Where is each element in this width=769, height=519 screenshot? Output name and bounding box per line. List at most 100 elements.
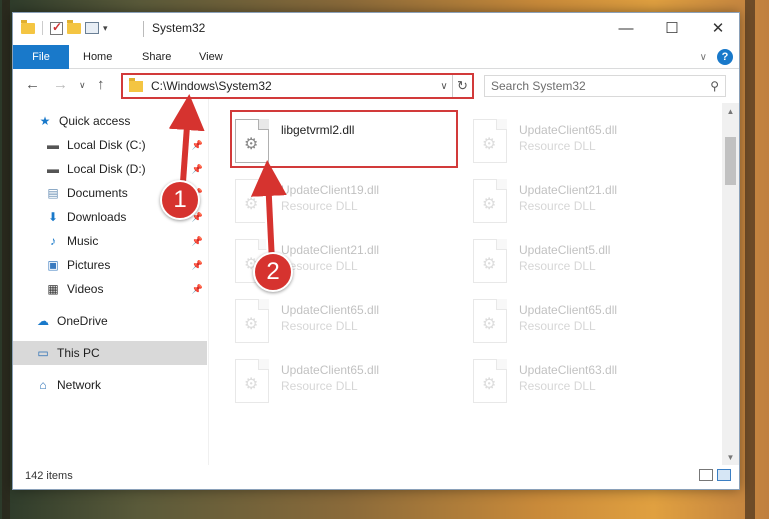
maximize-button[interactable]: ☐ [649, 13, 695, 43]
dll-file-icon: ⚙ [235, 179, 269, 223]
sidebar-item-label: Documents [67, 186, 128, 200]
computer-icon: ▭ [37, 346, 49, 360]
file-name: UpdateClient65.dll [519, 123, 618, 137]
folder-icon [129, 77, 143, 92]
file-type: Resource DLL [519, 199, 596, 213]
navigation-bar: ← → ∨ ↑ C:\Windows\System32 ∨ ↻ Search S… [13, 73, 739, 99]
dll-file-icon: ⚙ [473, 359, 507, 403]
address-bar[interactable]: C:\Windows\System32 ∨ ↻ [121, 73, 474, 99]
file-item[interactable]: ⚙ UpdateClient63.dll Resource DLL [447, 353, 677, 409]
sidebar-item-label: Pictures [67, 258, 111, 272]
file-name: UpdateClient5.dll [519, 243, 611, 257]
tab-file[interactable]: File [13, 45, 69, 69]
large-icons-view-icon[interactable] [717, 469, 731, 481]
ribbon-tabs: File Home Share View ∨ ? [13, 45, 739, 69]
address-dropdown-icon[interactable]: ∨ [436, 81, 452, 92]
sidebar-item-label: Music [67, 234, 99, 248]
file-name: UpdateClient65.dll [281, 303, 380, 317]
search-placeholder: Search System32 [491, 79, 586, 93]
file-item[interactable]: ⚙ UpdateClient21.dll Resource DLL [209, 233, 439, 289]
title-divider [143, 21, 144, 37]
sidebar-item-label: Videos [67, 282, 104, 296]
file-item[interactable]: ⚙ UpdateClient65.dll Resource DLL [447, 113, 677, 169]
sidebar-item-label: Downloads [67, 210, 127, 224]
pin-icon: 📌 [191, 259, 203, 270]
expand-ribbon-icon[interactable]: ∨ [700, 52, 707, 63]
sidebar-item-videos[interactable]: ▦ Videos 📌 [13, 277, 207, 301]
file-item[interactable]: ⚙ UpdateClient19.dll Resource DLL [209, 173, 439, 229]
folder-icon [21, 19, 35, 34]
minimize-button[interactable]: — [603, 13, 649, 43]
tab-view[interactable]: View [199, 45, 223, 69]
scroll-thumb[interactable] [725, 137, 736, 185]
file-type: Resource DLL [281, 379, 358, 393]
dll-file-icon: ⚙ [473, 119, 507, 163]
file-name: UpdateClient65.dll [281, 363, 380, 377]
search-icon[interactable]: ⚲ [710, 79, 719, 93]
network-icon: ⌂ [39, 378, 47, 392]
sidebar-item-music[interactable]: ♪ Music 📌 [13, 229, 207, 253]
videos-icon: ▦ [47, 282, 59, 296]
sidebar-item-pictures[interactable]: ▣ Pictures 📌 [13, 253, 207, 277]
file-item[interactable]: ⚙ UpdateClient21.dll Resource DLL [447, 173, 677, 229]
scroll-up-icon[interactable]: ▲ [722, 103, 739, 119]
sidebar-item-label: This PC [57, 346, 100, 360]
navigation-pane: ★ Quick access ▬ Local Disk (C:) 📌 ▬ Loc… [13, 109, 207, 465]
file-item[interactable]: ⚙ UpdateClient65.dll Resource DLL [209, 293, 439, 349]
file-name: UpdateClient21.dll [519, 183, 618, 197]
file-type: Resource DLL [519, 139, 596, 153]
forward-button[interactable]: → [53, 76, 68, 93]
sidebar-item-label: OneDrive [57, 314, 108, 328]
properties-icon[interactable] [85, 22, 99, 34]
file-item[interactable]: ⚙ UpdateClient65.dll Resource DLL [209, 353, 439, 409]
music-icon: ♪ [50, 234, 56, 248]
dll-file-icon: ⚙ [473, 179, 507, 223]
back-button[interactable]: ← [25, 76, 40, 93]
sidebar-item-network[interactable]: ⌂ Network [13, 373, 207, 397]
close-button[interactable]: ✕ [695, 13, 741, 43]
file-name: UpdateClient19.dll [281, 183, 380, 197]
tab-share[interactable]: Share [142, 45, 171, 69]
file-item[interactable]: ⚙ UpdateClient5.dll Resource DLL [447, 233, 677, 289]
sidebar-item-label: Network [57, 378, 102, 392]
file-item[interactable]: ⚙ UpdateClient65.dll Resource DLL [447, 293, 677, 349]
pin-icon: 📌 [191, 163, 203, 174]
pin-icon: 📌 [191, 283, 203, 294]
details-view-icon[interactable] [699, 469, 713, 481]
title-bar: ▾ System32 — ☐ ✕ [13, 13, 739, 45]
refresh-icon[interactable]: ↻ [452, 75, 472, 97]
search-input[interactable]: Search System32 ⚲ [484, 75, 726, 97]
file-type: Resource DLL [281, 199, 358, 213]
address-path[interactable]: C:\Windows\System32 [151, 79, 436, 93]
sidebar-item-local-disk-d[interactable]: ▬ Local Disk (D:) 📌 [13, 157, 207, 181]
file-highlight-box [230, 110, 458, 168]
customize-toolbar-icon[interactable]: ▾ [103, 23, 108, 34]
sidebar-item-onedrive[interactable]: ☁ OneDrive [13, 309, 207, 333]
recent-locations-icon[interactable]: ∨ [79, 80, 86, 91]
sidebar-item-label: Local Disk (D:) [67, 162, 146, 176]
tab-home[interactable]: Home [83, 45, 112, 69]
sidebar-item-local-disk-c[interactable]: ▬ Local Disk (C:) 📌 [13, 133, 207, 157]
up-button[interactable]: ↑ [97, 76, 105, 93]
drive-icon: ▬ [47, 138, 59, 152]
pin-icon: 📌 [191, 139, 203, 150]
file-type: Resource DLL [281, 319, 358, 333]
callout-badge-2: 2 [253, 252, 293, 292]
item-count: 142 items [25, 470, 73, 482]
file-type: Resource DLL [519, 379, 596, 393]
toolbar-divider [42, 21, 43, 35]
dll-file-icon: ⚙ [473, 299, 507, 343]
file-name: UpdateClient63.dll [519, 363, 618, 377]
vertical-scrollbar[interactable]: ▲ ▼ [722, 103, 739, 465]
sidebar-item-this-pc[interactable]: ▭ This PC [13, 341, 207, 365]
sidebar-item-quick-access[interactable]: ★ Quick access [13, 109, 207, 133]
help-icon[interactable]: ? [717, 49, 733, 65]
pictures-icon: ▣ [47, 258, 59, 272]
window-title: System32 [152, 21, 206, 35]
new-folder-icon[interactable] [67, 19, 81, 34]
download-icon: ⬇ [47, 210, 59, 224]
properties-check-icon[interactable] [50, 20, 63, 35]
drive-icon: ▬ [47, 162, 59, 176]
file-name: UpdateClient65.dll [519, 303, 618, 317]
file-type: Resource DLL [519, 319, 596, 333]
